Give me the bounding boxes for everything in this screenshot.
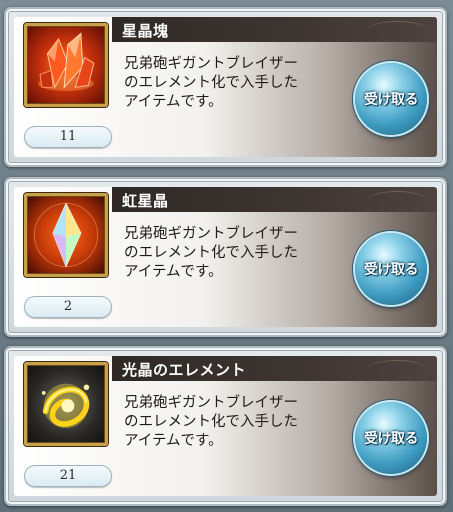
receive-button[interactable]: 受け取る [355,402,427,474]
receive-button[interactable]: 受け取る [355,233,427,305]
rainbow-crystal-icon [24,193,108,277]
item-count: 2 [24,296,112,318]
description-line: アイテムです。 [124,264,223,280]
light-element-icon [24,362,108,446]
ornament-icon [367,191,427,210]
description-line: 兄弟砲ギガントブレイザー [124,395,298,411]
receive-button-label: 受け取る [364,92,419,108]
description-line: アイテムです。 [124,94,223,110]
item-name: 星晶塊 [122,22,169,40]
item-card-panel: 星晶塊 兄弟砲ギガントブレイザー のエレメント化で入手した アイテムです。 11… [14,17,437,157]
item-card-panel: 虹星晶 兄弟砲ギガントブレイザー のエレメント化で入手した アイテムです。 2 … [14,187,437,327]
item-title-bar: 光晶のエレメント [112,356,437,381]
description-line: のエレメント化で入手した [124,245,298,261]
item-description: 兄弟砲ギガントブレイザー のエレメント化で入手した アイテムです。 [124,225,354,282]
item-card-rainbow-crystal: 虹星晶 兄弟砲ギガントブレイザー のエレメント化で入手した アイテムです。 2 … [4,177,447,337]
item-title-bar: 星晶塊 [112,17,437,42]
description-line: のエレメント化で入手した [124,414,298,430]
description-line: アイテムです。 [124,433,223,449]
description-line: のエレメント化で入手した [124,75,298,91]
item-count: 21 [24,465,112,487]
description-line: 兄弟砲ギガントブレイザー [124,56,298,72]
item-card-star-crystal-chunk: 星晶塊 兄弟砲ギガントブレイザー のエレメント化で入手した アイテムです。 11… [4,7,447,167]
item-card-light-element: 光晶のエレメント 兄弟砲ギガントブレイザー のエレメント化で入手した アイテムで… [4,346,447,506]
ornament-icon [367,360,427,379]
item-name: 虹星晶 [122,192,169,210]
item-count: 11 [24,126,112,148]
item-description: 兄弟砲ギガントブレイザー のエレメント化で入手した アイテムです。 [124,394,354,451]
receive-button-label: 受け取る [364,431,419,447]
red-crystal-cluster-icon [24,23,108,107]
item-description: 兄弟砲ギガントブレイザー のエレメント化で入手した アイテムです。 [124,55,354,112]
ornament-icon [367,21,427,40]
item-title-bar: 虹星晶 [112,187,437,212]
item-name: 光晶のエレメント [122,361,247,379]
receive-button-label: 受け取る [364,262,419,278]
item-card-panel: 光晶のエレメント 兄弟砲ギガントブレイザー のエレメント化で入手した アイテムで… [14,356,437,496]
description-line: 兄弟砲ギガントブレイザー [124,226,298,242]
receive-button[interactable]: 受け取る [355,63,427,135]
